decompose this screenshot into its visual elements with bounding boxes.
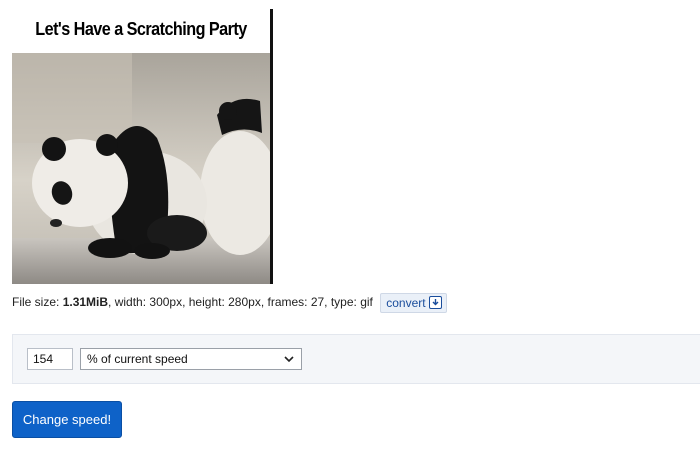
speed-unit-selected: % of current speed bbox=[87, 352, 188, 366]
speed-value-input[interactable] bbox=[27, 348, 73, 370]
file-details: , width: 300px, height: 280px, frames: 2… bbox=[108, 295, 373, 310]
file-size-value: 1.31MiB bbox=[62, 295, 109, 310]
chevron-down-icon bbox=[284, 356, 294, 363]
gif-caption: Let's Have a Scratching Party bbox=[35, 19, 247, 39]
change-speed-button[interactable]: Change speed! bbox=[12, 401, 122, 438]
speed-unit-select[interactable]: % of current speed bbox=[80, 348, 302, 370]
convert-label: convert bbox=[386, 296, 426, 310]
download-icon bbox=[428, 296, 442, 309]
convert-button[interactable]: convert bbox=[380, 293, 447, 313]
gif-preview: Let's Have a Scratching Party bbox=[12, 9, 273, 284]
file-info: File size: 1.31MiB, width: 300px, height… bbox=[12, 293, 447, 313]
file-size-label: File size: bbox=[12, 295, 63, 310]
speed-options-panel: % of current speed bbox=[12, 334, 700, 384]
panda-image bbox=[12, 53, 270, 284]
